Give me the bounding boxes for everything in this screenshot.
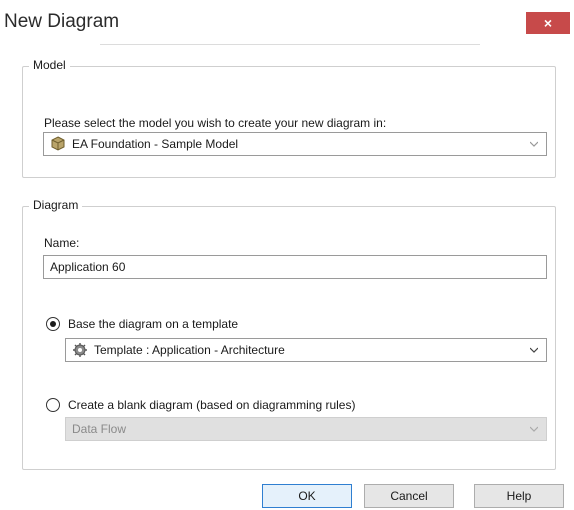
diagram-type-select-value: Data Flow: [72, 422, 127, 436]
window-title: New Diagram: [4, 11, 120, 32]
cancel-button[interactable]: Cancel: [364, 484, 454, 508]
model-select[interactable]: EA Foundation - Sample Model: [43, 132, 547, 156]
name-input[interactable]: Application 60: [43, 255, 547, 279]
radio-selected-dot: [50, 321, 56, 327]
chevron-down-icon: [530, 347, 538, 353]
chevron-down-icon: [530, 426, 538, 432]
template-gear-icon: [73, 343, 87, 357]
ok-button[interactable]: OK: [262, 484, 352, 508]
template-radio-label[interactable]: Base the diagram on a template: [68, 317, 238, 331]
blank-diagram-radio-label[interactable]: Create a blank diagram (based on diagram…: [68, 398, 355, 412]
title-bar: New Diagram ×: [0, 0, 574, 44]
help-button-label: Help: [506, 489, 532, 503]
close-icon: ×: [543, 15, 553, 31]
blank-diagram-radio[interactable]: [46, 398, 60, 412]
name-label: Name:: [44, 236, 80, 250]
chevron-down-icon: [530, 141, 538, 147]
template-radio[interactable]: [46, 317, 60, 331]
model-prompt-label: Please select the model you wish to crea…: [44, 116, 387, 130]
help-button[interactable]: Help: [474, 484, 564, 508]
diagram-type-select: Data Flow: [65, 417, 547, 441]
name-input-value: Application 60: [50, 260, 126, 274]
model-select-value: EA Foundation - Sample Model: [72, 137, 239, 151]
diagram-group-legend: Diagram: [29, 198, 83, 212]
close-button[interactable]: ×: [526, 12, 570, 34]
model-group-legend: Model: [29, 58, 70, 72]
ok-button-label: OK: [298, 489, 316, 503]
template-select[interactable]: Template : Application - Architecture: [65, 338, 547, 362]
model-package-icon: [51, 136, 65, 151]
cancel-button-label: Cancel: [390, 489, 428, 503]
template-select-value: Template : Application - Architecture: [94, 343, 285, 357]
title-divider: [100, 44, 480, 45]
